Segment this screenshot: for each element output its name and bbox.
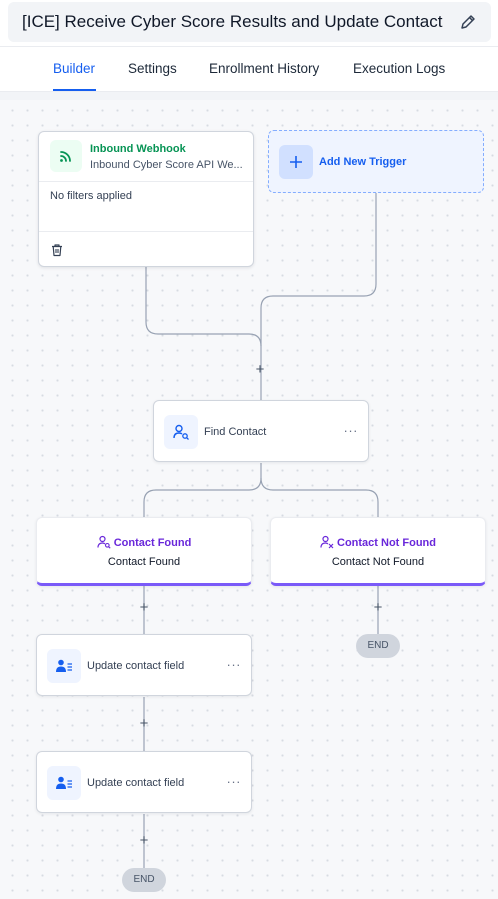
tab-bar: Builder Settings Enrollment History Exec…: [0, 46, 498, 92]
contact-card-icon: [47, 766, 81, 800]
trigger-subtitle: Inbound Cyber Score API We...: [90, 159, 243, 171]
end-node: END: [356, 634, 400, 658]
workflow-title: [ICE] Receive Cyber Score Results and Up…: [22, 12, 443, 31]
add-step-button[interactable]: +: [136, 716, 152, 732]
branch-contact-not-found[interactable]: Contact Not Found Contact Not Found: [270, 517, 486, 586]
plus-icon: [279, 145, 313, 179]
update-contact-field-label: Update contact field: [87, 777, 185, 789]
trigger-card-inbound-webhook[interactable]: Inbound Webhook Inbound Cyber Score API …: [38, 131, 254, 267]
branch-not-found-subtitle: Contact Not Found: [331, 556, 425, 568]
add-step-button[interactable]: +: [136, 833, 152, 849]
person-search-icon: [97, 535, 111, 549]
trigger-filters: No filters applied: [39, 182, 253, 232]
contact-card-icon: [47, 649, 81, 683]
action-update-contact-field[interactable]: Update contact field ···: [36, 634, 252, 696]
workflow-title-bar: [ICE] Receive Cyber Score Results and Up…: [8, 2, 491, 42]
branch-found-subtitle: Contact Found: [107, 556, 181, 568]
active-tab-indicator: [53, 89, 96, 91]
add-new-trigger-button[interactable]: Add New Trigger: [268, 130, 484, 193]
find-contact-label: Find Contact: [204, 426, 267, 438]
branch-contact-found[interactable]: Contact Found Contact Found: [36, 517, 252, 586]
branch-found-title-row: Contact Found: [37, 535, 251, 549]
trigger-name: Inbound Webhook: [90, 143, 186, 155]
action-find-contact[interactable]: Find Contact ···: [153, 400, 369, 462]
tab-execution-logs[interactable]: Execution Logs: [353, 61, 445, 76]
person-remove-icon: [320, 535, 334, 549]
trigger-header: Inbound Webhook Inbound Cyber Score API …: [39, 132, 253, 182]
branch-not-found-title-row: Contact Not Found: [271, 535, 485, 549]
tab-enrollment-history[interactable]: Enrollment History: [209, 61, 319, 76]
add-step-button[interactable]: +: [136, 600, 152, 616]
branch-found-title: Contact Found: [113, 537, 192, 549]
pencil-icon[interactable]: [459, 13, 477, 31]
branch-not-found-title: Contact Not Found: [337, 537, 436, 549]
add-new-trigger-label: Add New Trigger: [319, 156, 407, 168]
more-options-icon[interactable]: ···: [227, 774, 242, 789]
update-contact-field-label: Update contact field: [87, 660, 185, 672]
more-options-icon[interactable]: ···: [227, 657, 242, 672]
tab-builder[interactable]: Builder: [53, 61, 95, 76]
action-update-contact-field[interactable]: Update contact field ···: [36, 751, 252, 813]
webhook-icon: [50, 140, 82, 172]
trash-icon[interactable]: [50, 243, 64, 257]
add-step-button[interactable]: +: [370, 600, 386, 616]
more-options-icon[interactable]: ···: [344, 423, 359, 438]
add-step-button[interactable]: +: [252, 362, 268, 378]
tab-settings[interactable]: Settings: [128, 61, 177, 76]
end-node: END: [122, 868, 166, 892]
person-search-icon: [164, 415, 198, 449]
